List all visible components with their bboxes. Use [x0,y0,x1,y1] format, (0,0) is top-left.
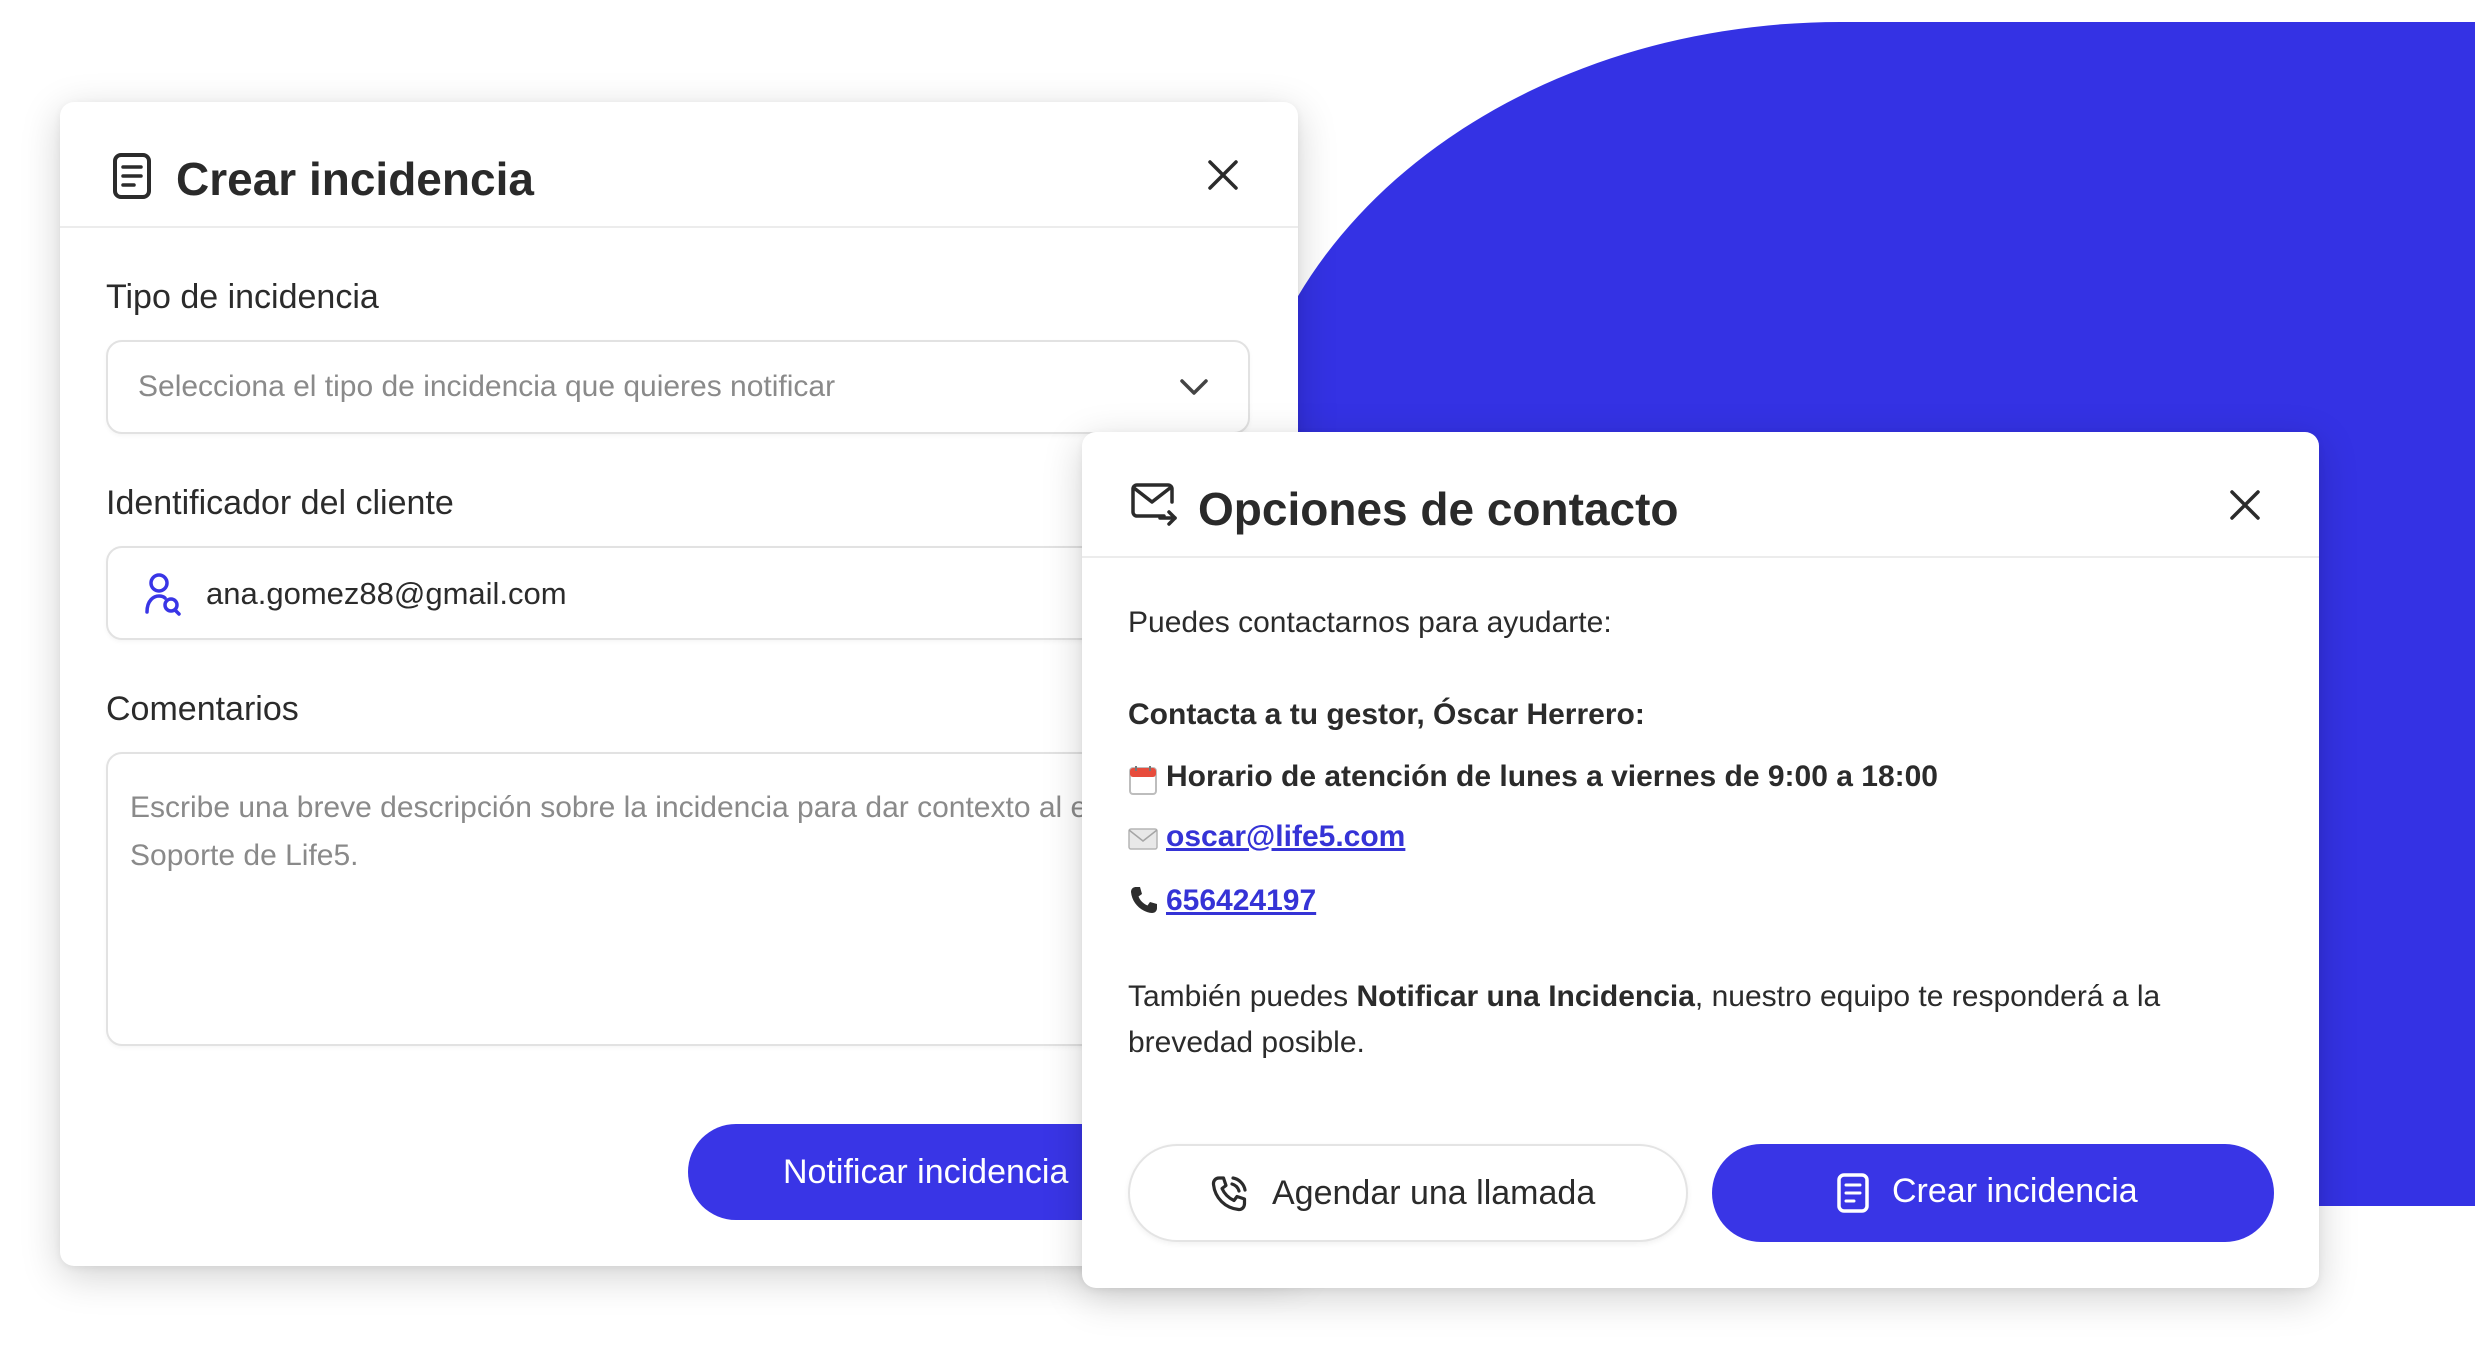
document-icon [113,153,151,199]
mail-forward-icon [1131,483,1177,526]
envelope-icon [1128,828,1158,850]
also-notify-text: También puedes Notificar una Incidencia,… [1128,974,2268,1066]
client-id-label: Identificador del cliente [106,484,454,522]
create-incident-label: Crear incidencia [1892,1172,2138,1210]
phone-icon [1131,887,1157,913]
manager-email-link[interactable]: oscar@life5.com [1166,820,1405,854]
manager-phone-link[interactable]: 656424197 [1166,884,1316,918]
contact-intro: Puedes contactarnos para ayudarte: [1128,606,1612,639]
close-icon[interactable] [2228,488,2262,522]
user-search-icon [145,573,181,616]
also-notify-bold: Notificar una Incidencia [1356,980,1695,1013]
close-icon[interactable] [1206,158,1240,192]
document-icon [1837,1173,1869,1213]
comments-label: Comentarios [106,690,299,728]
incident-type-placeholder: Selecciona el tipo de incidencia que qui… [138,370,836,403]
modal-header: Opciones de contacto [1082,432,2319,558]
incident-type-select[interactable]: Selecciona el tipo de incidencia que qui… [106,340,1250,434]
calendar-icon [1129,766,1157,795]
comments-textarea[interactable]: Escribe una breve descripción sobre la i… [106,752,1250,1046]
client-id-field[interactable]: ana.gomez88@gmail.com [106,546,1250,640]
chevron-down-icon [1180,379,1208,395]
schedule-call-label: Agendar una llamada [1272,1174,1596,1212]
phone-call-icon [1211,1176,1247,1212]
schedule-call-button[interactable]: Agendar una llamada [1128,1144,1688,1242]
client-id-value: ana.gomez88@gmail.com [206,576,567,611]
incident-type-label: Tipo de incidencia [106,278,379,316]
contact-options-modal: Opciones de contacto Puedes contactarnos… [1082,432,2319,1288]
modal-title: Opciones de contacto [1198,483,1679,535]
manager-heading: Contacta a tu gestor, Óscar Herrero: [1128,698,1645,731]
modal-header: Crear incidencia [60,102,1298,228]
office-hours: Horario de atención de lunes a viernes d… [1166,760,1938,793]
create-incident-button[interactable]: Crear incidencia [1712,1144,2274,1242]
notify-incident-label: Notificar incidencia [783,1153,1069,1191]
modal-title: Crear incidencia [176,153,534,205]
also-notify-prefix: También puedes [1128,980,1357,1013]
